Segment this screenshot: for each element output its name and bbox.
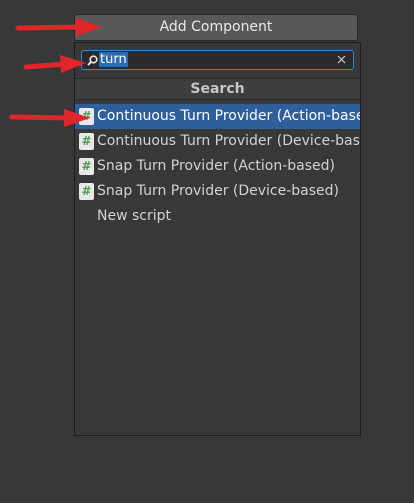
- list-item-label: Continuous Turn Provider (Action-based): [97, 108, 360, 124]
- list-item[interactable]: # Continuous Turn Provider (Action-based…: [75, 104, 360, 129]
- new-script-label: New script: [97, 208, 171, 224]
- csharp-script-icon: #: [79, 158, 94, 175]
- list-item-label: Snap Turn Provider (Device-based): [97, 183, 340, 199]
- annotation-arrow-icon: [9, 109, 90, 127]
- search-field[interactable]: turn: [81, 50, 354, 70]
- annotation-arrow-icon: [15, 18, 102, 36]
- list-item[interactable]: # Snap Turn Provider (Action-based): [75, 154, 360, 179]
- csharp-script-icon: #: [79, 133, 94, 150]
- search-header: Search: [75, 78, 360, 100]
- add-component-popup: turn Search # Continuous Turn Provider (…: [74, 42, 361, 436]
- list-item-label: Snap Turn Provider (Action-based): [97, 158, 335, 174]
- results-list: # Continuous Turn Provider (Action-based…: [75, 104, 360, 229]
- list-item[interactable]: # Continuous Turn Provider (Device-based…: [75, 129, 360, 154]
- annotation-arrow-icon: [23, 55, 86, 73]
- list-item-label: Continuous Turn Provider (Device-based): [97, 133, 360, 149]
- new-script-item[interactable]: New script: [75, 204, 360, 229]
- list-item[interactable]: # Snap Turn Provider (Device-based): [75, 179, 360, 204]
- csharp-script-icon: #: [79, 183, 94, 200]
- add-component-button[interactable]: Add Component: [74, 14, 358, 41]
- inspector-panel: Add Component turn Search # Continuous T…: [0, 0, 414, 503]
- clear-search-icon[interactable]: [336, 54, 347, 65]
